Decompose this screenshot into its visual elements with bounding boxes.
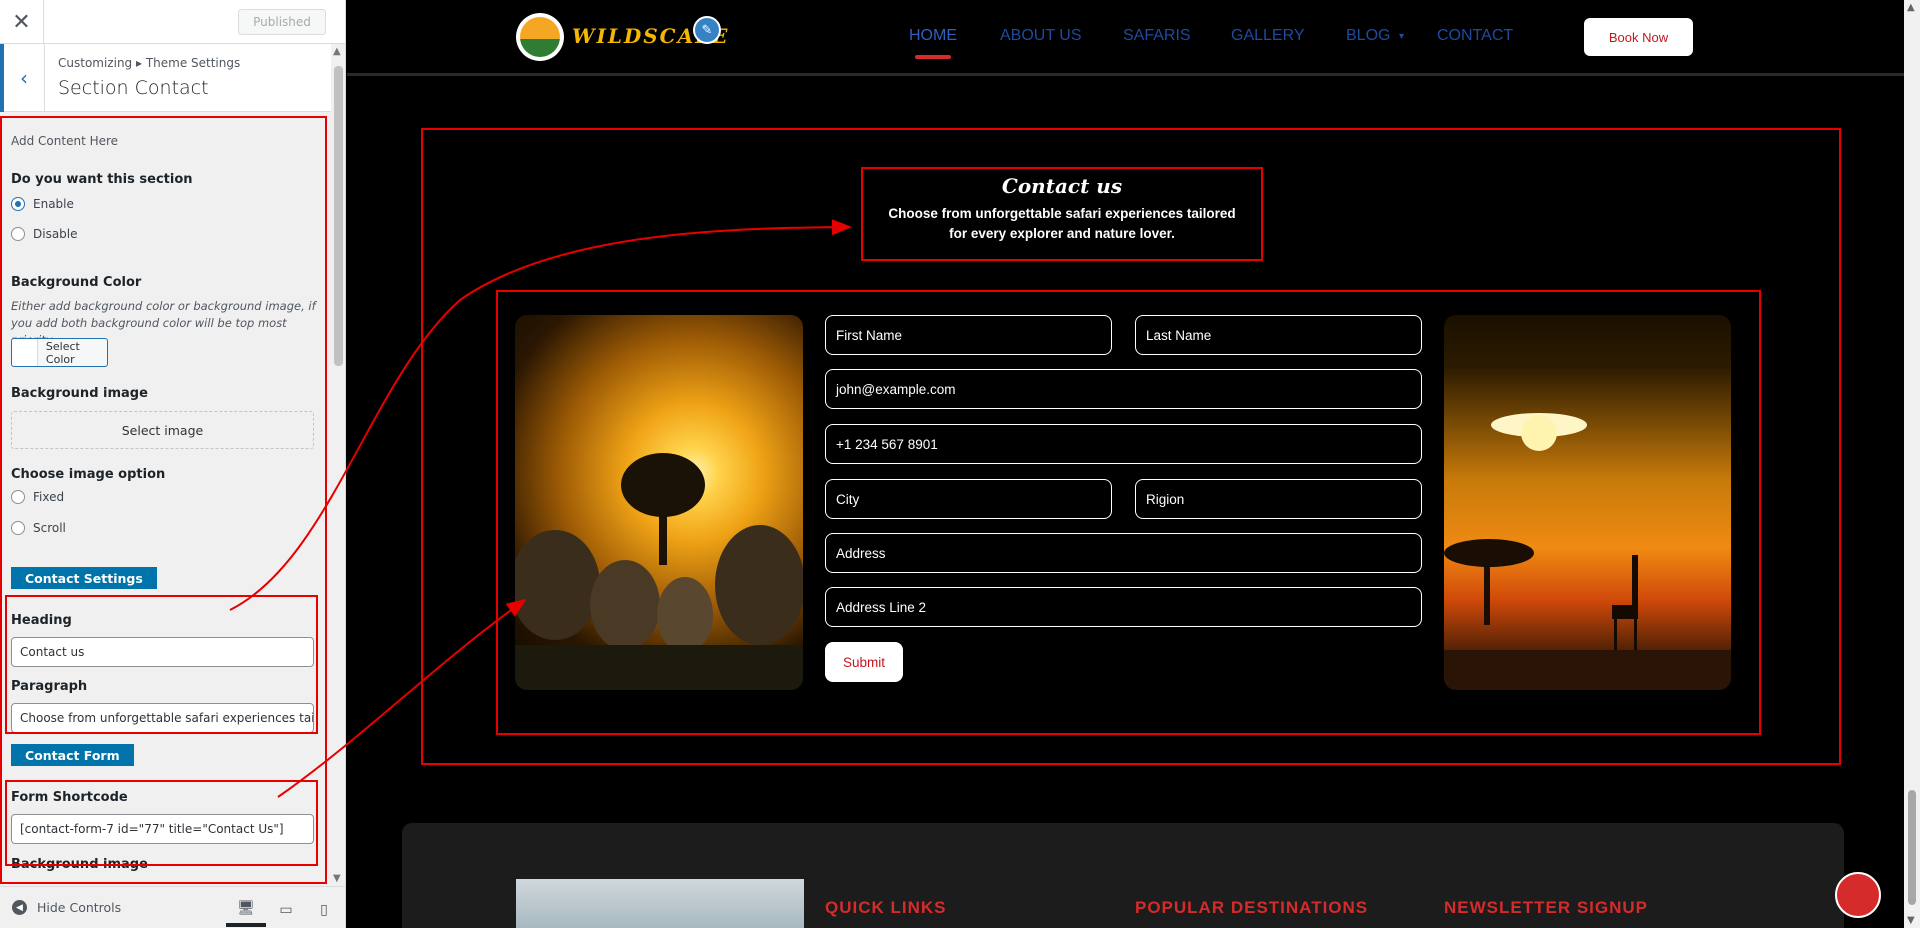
nav-gallery[interactable]: GALLERY bbox=[1231, 27, 1305, 45]
scrollbar-thumb[interactable] bbox=[334, 66, 343, 366]
section-title-bar: ‹ Customizing ▸ Theme Settings Section C… bbox=[0, 44, 334, 112]
sidebar-footer: ◀ Hide Controls 🖥 ▭ ▯ bbox=[0, 886, 345, 928]
tablet-preview-icon[interactable]: ▭ bbox=[266, 893, 306, 927]
preview-scrollbar[interactable]: ▲ ▼ bbox=[1904, 0, 1920, 928]
annotation-box-form bbox=[496, 290, 1761, 735]
edit-pencil-icon[interactable]: ✎ bbox=[693, 16, 721, 44]
sidebar-scrollbar[interactable]: ▲ ▼ bbox=[331, 44, 345, 886]
chevron-down-icon[interactable]: ▾ bbox=[1399, 31, 1404, 42]
footer-image bbox=[516, 879, 804, 928]
scroll-down-icon[interactable]: ▼ bbox=[1907, 915, 1915, 926]
chat-fab-button[interactable] bbox=[1835, 872, 1881, 918]
nav-safaris[interactable]: SAFARIS bbox=[1123, 27, 1191, 45]
customizer-screen: ✕ Published ‹ Customizing ▸ Theme Settin… bbox=[0, 0, 1920, 928]
annotation-box-shortcode bbox=[5, 780, 318, 866]
footer-popular-destinations: POPULAR DESTINATIONS bbox=[1135, 898, 1369, 917]
annotation-box-panel bbox=[0, 116, 327, 884]
section-title: Section Contact bbox=[58, 77, 209, 99]
site-navbar: WILDSCAPE ✎ HOME ABOUT US SAFARIS GALLER… bbox=[347, 0, 1904, 76]
nav-about-us[interactable]: ABOUT US bbox=[1000, 27, 1082, 45]
desktop-preview-icon[interactable]: 🖥 bbox=[226, 893, 266, 927]
preview-scrollbar-thumb[interactable] bbox=[1908, 790, 1916, 905]
nav-blog[interactable]: BLOG bbox=[1346, 27, 1390, 45]
scroll-up-icon[interactable]: ▲ bbox=[333, 46, 341, 57]
annotation-box-title bbox=[861, 167, 1263, 261]
close-icon[interactable]: ✕ bbox=[0, 0, 44, 44]
annotation-box-heading bbox=[5, 595, 318, 734]
published-button[interactable]: Published bbox=[238, 9, 326, 35]
active-underline bbox=[915, 55, 951, 59]
hide-controls-button[interactable]: ◀ Hide Controls bbox=[12, 900, 121, 915]
scroll-up-icon[interactable]: ▲ bbox=[1907, 2, 1915, 13]
collapse-icon: ◀ bbox=[12, 900, 27, 915]
logo-icon[interactable] bbox=[516, 13, 564, 61]
nav-contact[interactable]: CONTACT bbox=[1437, 27, 1513, 45]
footer-quick-links: QUICK LINKS bbox=[825, 898, 947, 917]
scroll-down-icon[interactable]: ▼ bbox=[333, 873, 341, 884]
hide-controls-label: Hide Controls bbox=[37, 900, 122, 915]
nav-home[interactable]: HOME bbox=[909, 27, 957, 45]
sidebar-header: ✕ Published bbox=[0, 0, 345, 44]
back-arrow-icon[interactable]: ‹ bbox=[0, 44, 45, 112]
mobile-preview-icon[interactable]: ▯ bbox=[304, 893, 344, 927]
book-now-button[interactable]: Book Now bbox=[1584, 18, 1693, 56]
footer-newsletter: NEWSLETTER SIGNUP bbox=[1444, 898, 1649, 917]
breadcrumb: Customizing ▸ Theme Settings bbox=[58, 56, 241, 70]
site-preview: WILDSCAPE ✎ HOME ABOUT US SAFARIS GALLER… bbox=[347, 0, 1904, 928]
